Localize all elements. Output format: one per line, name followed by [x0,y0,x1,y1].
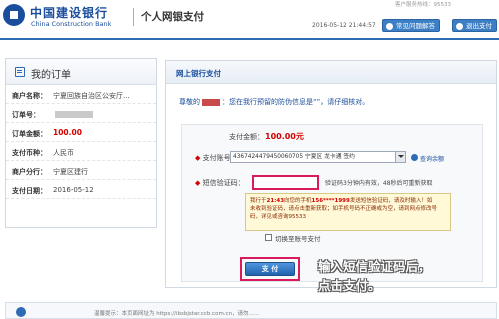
order-row-date: 支付日期： 2016-05-12 [6,180,156,199]
query-balance-label: 查询余额 [420,156,445,163]
footer-notice: 温馨提示：本页面网址为 https://ibsbjstar.ccb.com.cn… [5,302,497,319]
order-row-key: 支付日期： [12,187,47,195]
footer-text: 温馨提示：本页面网址为 https://ibsbjstar.ccb.com.cn… [94,311,260,317]
tutorial-annotation: 输入短信验证码后， 点击支付。 [318,257,431,295]
ccb-logo-icon [3,4,25,26]
header: 中国建设银行 China Construction Bank 个人网银支付 客户… [0,0,499,38]
required-mark: ◆ [195,179,201,187]
order-row-currency: 支付币种： 人民币 [6,142,156,161]
info-icon [16,307,26,317]
hotline-text: 客户服务热线：95533 [395,2,451,8]
greeting-suffix: ：您在我行预留的防伪信息是“”，请仔细核对。 [222,98,370,106]
sms-code-input[interactable] [252,175,319,190]
logo-divider [133,8,134,26]
bank-name-cn: 中国建设银行 [30,6,109,20]
pay-button[interactable]: 支 付 [245,262,295,276]
system-title: 个人网银支付 [141,11,204,23]
notice-line-1: 我行于21:43向您的手机156****1999发送短信验证码，请及时输入！如 [250,197,446,205]
account-select-value: 4367424479450060705 宁夏区 龙卡通 签约 [233,154,355,160]
order-row-value: 宁夏区建行 [53,168,88,176]
required-mark: ◆ [195,154,201,162]
redacted-name [202,98,220,106]
order-row-key: 支付币种： [12,149,47,157]
panel-title: 网上银行支付 [176,69,221,78]
order-row-key: 商户分行： [12,168,47,176]
notice-line-3: 码，详见或咨询95533 [250,214,306,220]
order-row-merchant: 商户名称： 宁夏回族自治区公安厅... [6,85,156,104]
order-row-amount: 订单金额： 100.00 [6,123,156,142]
order-row-key: 订单金额： [12,130,47,138]
exit-button-label: 退出支付 [466,22,492,30]
payment-page: 中国建设银行 China Construction Bank 个人网银支付 客户… [0,0,499,319]
order-number-redacted [53,110,153,118]
order-row-value: 2016-05-12 [53,186,94,194]
panel-header: 网上银行支付 [166,61,496,84]
magnifier-icon [411,154,418,161]
switch-account-label: 切换至账号支付 [275,235,321,243]
security-greeting: 尊敬的 ：您在我行预留的防伪信息是“”，请仔细核对。 [179,97,369,107]
notice-text: 我行于 [250,198,267,204]
order-card-title: 我的订单 [31,70,71,81]
order-summary-card: 我的订单 商户名称： 宁夏回族自治区公安厅... 订单号： 订单金额： 100.… [5,58,157,228]
order-row-branch: 商户分行： 宁夏区建行 [6,161,156,180]
header-divider [0,38,499,40]
exit-payment-button[interactable]: 退出支付 [452,19,497,32]
order-row-key: 订单号： [12,111,40,119]
notice-text: 向您的手机 [284,198,312,204]
annotation-line-1: 输入短信验证码后， [318,259,431,274]
redacted-block [55,110,93,118]
order-row-value: 宁夏回族自治区公安厅... [53,92,130,100]
order-row-key: 商户名称： [12,92,47,100]
amount-value: 100.00元 [265,132,304,141]
pay-button-highlight: 支 付 [240,257,300,281]
order-row-value: 人民币 [53,149,74,157]
exit-icon [456,23,463,30]
sms-validity-hint: 验证码3分钟内有效，48秒后可重新获取 [325,180,433,187]
chevron-down-icon [395,152,405,162]
question-icon [386,23,393,30]
faq-button[interactable]: 常见问题解答 [382,19,440,32]
order-row-order-number: 订单号： [6,104,156,123]
bank-name-en: China Construction Bank [31,20,112,28]
order-list-icon [15,67,25,77]
sms-label: 短信验证码： [202,179,245,187]
query-balance-link[interactable]: 查询余额 [411,154,444,163]
order-amount-value: 100.00 [53,128,82,137]
account-select[interactable]: 4367424479450060705 宁夏区 龙卡通 签约 [230,151,406,163]
online-banking-payment-panel: 网上银行支付 尊敬的 ：您在我行预留的防伪信息是“”，请仔细核对。 支付金额： 1… [165,60,497,288]
order-card-header: 我的订单 [6,59,156,85]
faq-button-label: 常见问题解答 [396,22,435,30]
sms-label-wrap: ◆ 短信验证码： [195,178,245,188]
notice-phone: 156****1999 [311,198,350,204]
amount-label: 支付金额： [229,133,264,141]
switch-account-checkbox[interactable] [265,234,272,241]
greeting-prefix: 尊敬的 [179,98,200,106]
notice-text: 发送短信验证码，请及时输入！如 [349,198,433,204]
annotation-line-2: 点击支付。 [318,278,381,293]
timestamp: 2016-05-12 21:44:57 [312,22,376,29]
sms-sent-notice: 我行于21:43向您的手机156****1999发送短信验证码，请及时输入！如 … [245,193,451,231]
notice-line-2: 未收到验证码，请点击重新获取；如手机号码不正确或为空，请到网点修改号 [250,206,438,212]
notice-time: 21:43 [266,198,285,204]
